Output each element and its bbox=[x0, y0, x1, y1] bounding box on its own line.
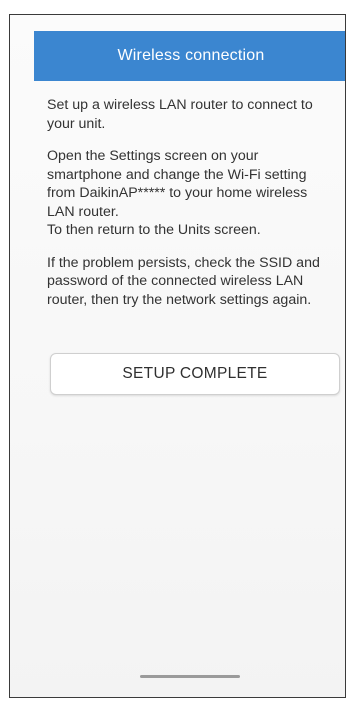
setup-complete-button[interactable]: SETUP COMPLETE bbox=[50, 353, 340, 395]
home-indicator-bar[interactable] bbox=[140, 675, 240, 678]
instructions: Set up a wireless LAN router to connect … bbox=[47, 96, 337, 323]
instruction-paragraph-1: Set up a wireless LAN router to connect … bbox=[47, 97, 313, 132]
page-title: Wireless connection bbox=[117, 47, 265, 64]
screenshot-frame: Wireless connection Set up a wireless LA… bbox=[9, 14, 346, 698]
instruction-paragraph-3: If the problem persists, check the SSID … bbox=[47, 254, 320, 308]
app-header: Wireless connection bbox=[34, 31, 345, 81]
phone-screen: Wireless connection Set up a wireless LA… bbox=[10, 15, 345, 697]
instruction-paragraph-2: Open the Settings screen on your smartph… bbox=[47, 148, 308, 238]
